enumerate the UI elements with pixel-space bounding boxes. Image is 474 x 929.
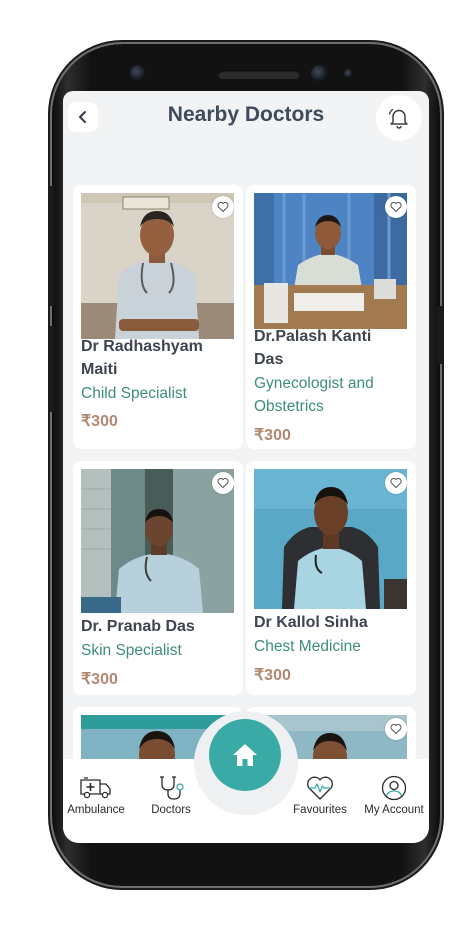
volume-down-button <box>48 326 54 412</box>
heart-outline-icon <box>390 723 402 735</box>
doctor-name: Dr.Palash Kanti Das <box>254 328 372 368</box>
heart-outline-icon <box>217 201 229 213</box>
doctor-specialty: Gynecologist and Obstetrics <box>254 375 374 415</box>
doctor-photo <box>81 469 234 613</box>
nav-favourites[interactable]: Favourites <box>287 775 353 816</box>
doctor-photo <box>81 193 234 339</box>
front-camera <box>311 65 328 82</box>
doctor-specialty: Child Specialist <box>81 385 187 402</box>
stethoscope-icon <box>160 776 184 800</box>
favourite-button[interactable] <box>385 196 407 218</box>
heart-outline-icon <box>217 477 229 489</box>
favourite-button[interactable] <box>385 472 407 494</box>
favourite-button[interactable] <box>385 718 407 740</box>
doctor-photo <box>254 193 407 329</box>
heart-outline-icon <box>390 477 402 489</box>
favourite-button[interactable] <box>212 472 234 494</box>
volume-up-button <box>48 186 54 306</box>
nav-label: Ambulance <box>67 804 125 816</box>
doctor-fee: ₹300 <box>81 413 118 430</box>
heart-outline-icon <box>390 201 402 213</box>
proximity-sensor <box>344 69 353 78</box>
doctor-specialty: Chest Medicine <box>254 638 361 655</box>
home-button[interactable] <box>209 719 281 791</box>
doctor-name: Dr Kallol Sinha <box>254 614 368 631</box>
doctor-photo <box>254 469 407 609</box>
nav-doctors[interactable]: Doctors <box>139 775 203 816</box>
doctor-card[interactable]: Dr Radhashyam Maiti Child Specialist ₹30… <box>73 185 243 449</box>
nav-label: My Account <box>364 804 424 816</box>
favourite-button[interactable] <box>212 196 234 218</box>
nav-ambulance[interactable]: Ambulance <box>63 775 129 816</box>
doctor-name: Dr Radhashyam Maiti <box>81 338 203 378</box>
doctor-card[interactable]: Dr. Pranab Das Skin Specialist ₹300 <box>73 461 243 695</box>
nav-label: Doctors <box>151 804 191 816</box>
doctor-card[interactable]: Dr.Palash Kanti Das Gynecologist and Obs… <box>246 185 416 449</box>
nav-my-account[interactable]: My Account <box>359 775 429 816</box>
heart-pulse-icon <box>307 776 333 800</box>
user-icon <box>381 775 407 801</box>
doctor-card[interactable]: Dr Kallol Sinha Chest Medicine ₹300 <box>246 461 416 695</box>
app-screen: Nearby Doctors Dr Radhashyam Maiti Child… <box>63 91 429 843</box>
doctor-fee: ₹300 <box>254 427 291 444</box>
doctor-fee: ₹300 <box>81 671 118 688</box>
doctor-name: Dr. Pranab Das <box>81 618 195 635</box>
doctor-fee: ₹300 <box>254 667 291 684</box>
nav-label: Favourites <box>293 804 347 816</box>
earpiece-speaker <box>218 70 300 79</box>
power-button <box>437 306 443 364</box>
doctor-specialty: Skin Specialist <box>81 642 182 659</box>
front-sensor <box>130 65 146 81</box>
home-icon <box>233 744 257 766</box>
ambulance-icon <box>80 777 111 799</box>
